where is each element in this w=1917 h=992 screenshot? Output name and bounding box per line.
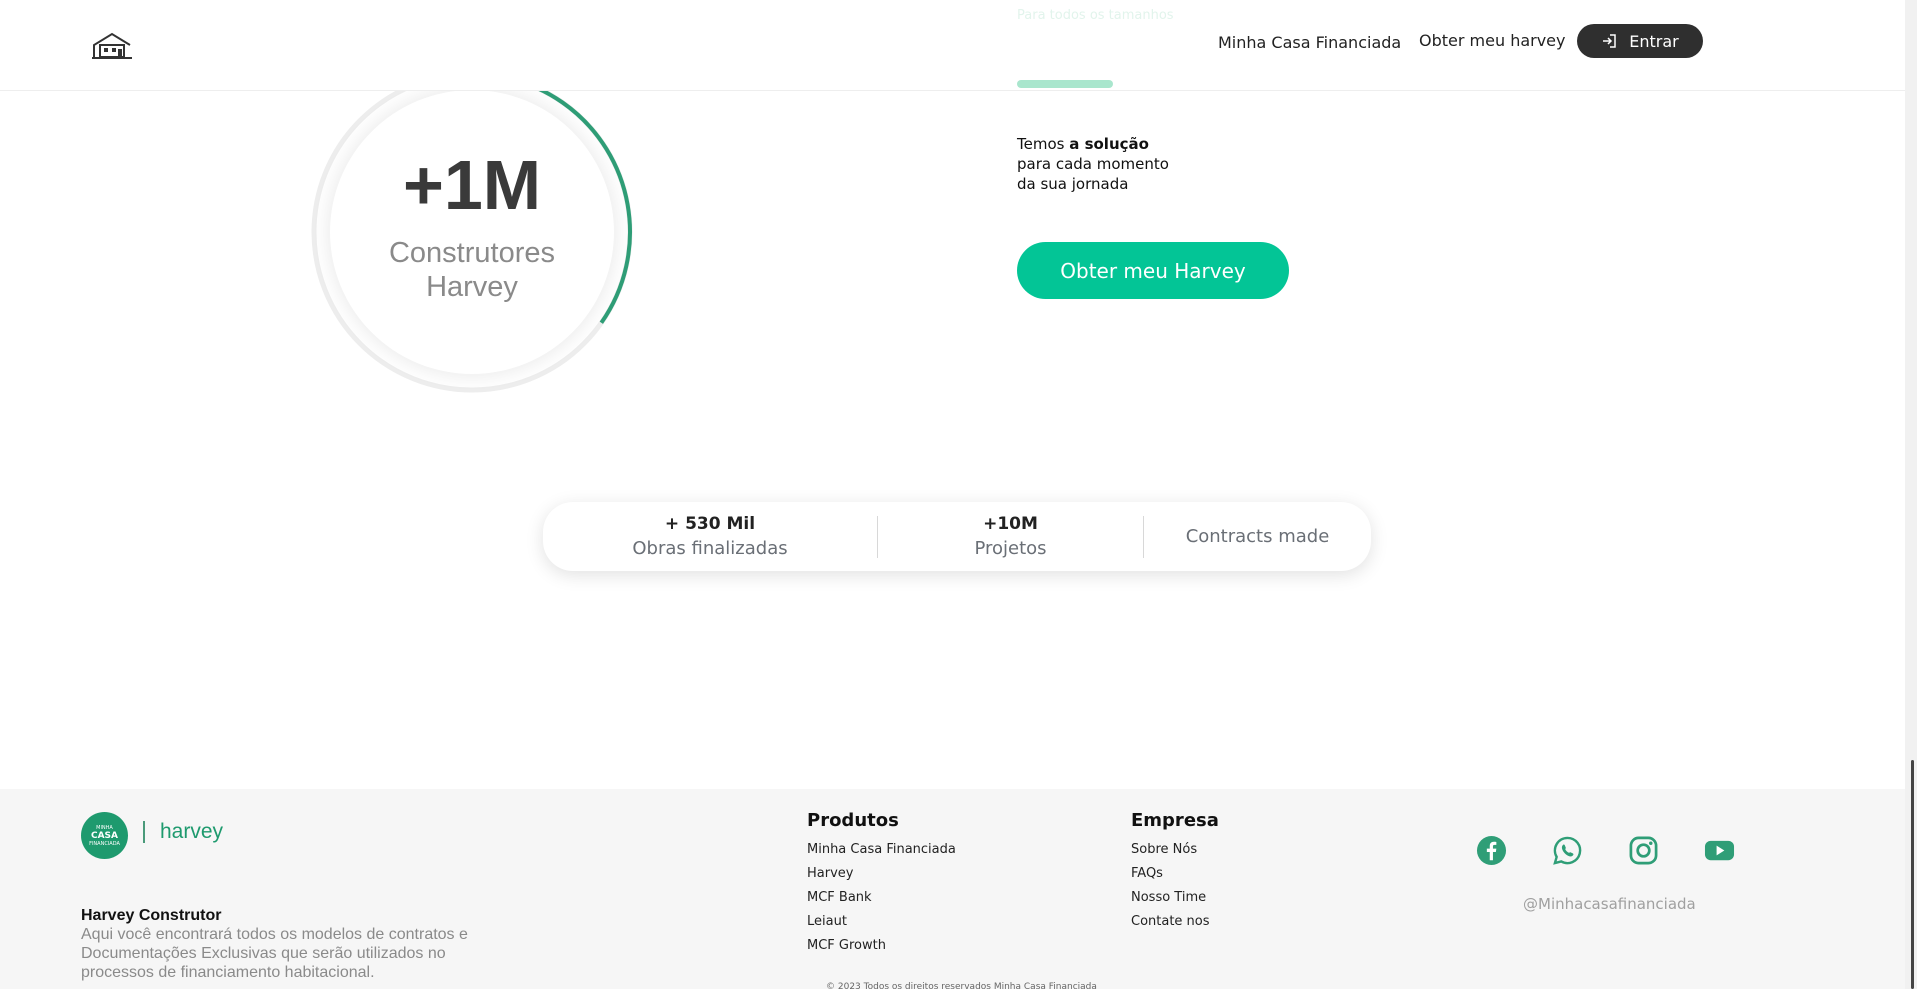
harvey-brand-logo[interactable]: harvey xyxy=(160,820,223,844)
tagline-line3: da sua jornada xyxy=(1017,175,1129,193)
whatsapp-icon[interactable] xyxy=(1552,835,1583,866)
social-handle[interactable]: @Minhacasafinanciada xyxy=(1523,895,1696,913)
stat-label: Projetos xyxy=(974,537,1047,559)
copyright-text: © 2023 Todos os direitos reservados Minh… xyxy=(826,982,1097,992)
footer-produtos-title: Produtos xyxy=(807,810,899,831)
hero-circle-inner: +1M Construtores Harvey xyxy=(330,90,614,374)
footer-link-sobre-nos[interactable]: Sobre Nós xyxy=(1131,838,1210,862)
stat-label: Obras finalizadas xyxy=(632,537,788,559)
hero-stat-circle: +1M Construtores Harvey xyxy=(300,58,650,408)
site-footer: MINHA CASA FINANCIADA harvey Harvey Cons… xyxy=(0,789,1905,992)
logo-line3: FINANCIADA xyxy=(89,840,120,847)
hero-big-number: +1M xyxy=(402,146,542,224)
site-header: Minha Casa Financiada Obter meu harvey E… xyxy=(0,0,1905,91)
nav-link-obter-meu-harvey[interactable]: Obter meu harvey xyxy=(1419,31,1566,50)
footer-empresa-title: Empresa xyxy=(1131,810,1219,831)
scrollbar-thumb[interactable] xyxy=(1911,760,1914,989)
stat-projetos: +10M Projetos xyxy=(878,502,1143,571)
nav-link-minha-casa-financiada[interactable]: Minha Casa Financiada xyxy=(1218,33,1401,52)
faded-section-text: Para todos os tamanhos xyxy=(1017,8,1174,23)
stat-obras: + 530 Mil Obras finalizadas xyxy=(543,502,877,571)
hero-tagline: Temos a solução para cada momento da sua… xyxy=(1017,134,1169,194)
minha-casa-financiada-logo[interactable]: MINHA CASA FINANCIADA xyxy=(81,812,128,859)
logo-divider xyxy=(143,821,145,843)
hero-big-label: Construtores Harvey xyxy=(388,237,555,303)
footer-link-nosso-time[interactable]: Nosso Time xyxy=(1131,886,1210,910)
footer-link-mcf-growth[interactable]: MCF Growth xyxy=(807,934,956,958)
youtube-icon[interactable] xyxy=(1704,835,1735,866)
stats-bar: + 530 Mil Obras finalizadas +10M Projeto… xyxy=(543,502,1371,571)
footer-link-faqs[interactable]: FAQs xyxy=(1131,862,1210,886)
instagram-icon[interactable] xyxy=(1628,835,1659,866)
login-button[interactable]: Entrar xyxy=(1577,24,1703,58)
footer-link-minha-casa-financiada[interactable]: Minha Casa Financiada xyxy=(807,838,956,862)
footer-empresa-list: Sobre Nós FAQs Nosso Time Contate nos xyxy=(1131,838,1210,934)
footer-produtos-list: Minha Casa Financiada Harvey MCF Bank Le… xyxy=(807,838,956,958)
stat-contracts: Contracts made xyxy=(1144,502,1371,571)
obter-meu-harvey-button[interactable]: Obter meu Harvey xyxy=(1017,242,1289,299)
logo-line2: CASA xyxy=(90,830,119,841)
house-logo-icon[interactable] xyxy=(92,31,132,61)
footer-link-mcf-bank[interactable]: MCF Bank xyxy=(807,886,956,910)
footer-title: Harvey Construtor xyxy=(81,907,222,924)
footer-description: Aqui você encontrará todos os modelos de… xyxy=(81,926,468,981)
stat-value: +10M xyxy=(983,513,1038,534)
footer-link-contate-nos[interactable]: Contate nos xyxy=(1131,910,1210,934)
tagline-prefix: Temos xyxy=(1017,135,1070,153)
footer-link-leiaut[interactable]: Leiaut xyxy=(807,910,956,934)
tagline-line2: para cada momento xyxy=(1017,155,1169,173)
faded-accent-bar xyxy=(1017,80,1113,88)
facebook-icon[interactable] xyxy=(1476,835,1507,866)
footer-link-harvey[interactable]: Harvey xyxy=(807,862,956,886)
tagline-bold: a solução xyxy=(1069,135,1149,153)
login-arrow-icon xyxy=(1603,34,1616,48)
login-button-label: Entrar xyxy=(1629,31,1679,51)
stat-value: + 530 Mil xyxy=(664,513,756,534)
stat-label: Contracts made xyxy=(1185,525,1330,547)
